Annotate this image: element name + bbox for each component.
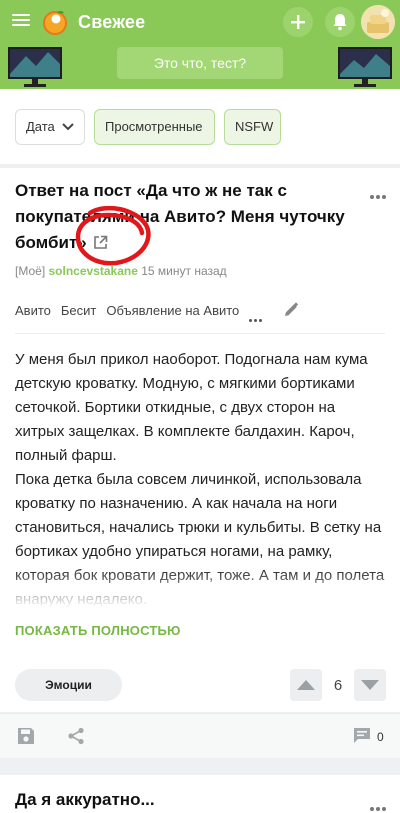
tag-item[interactable]: Бесит [61, 303, 96, 318]
viewed-filter-chip[interactable]: Просмотренные [94, 109, 215, 145]
banner-test-button[interactable]: Это что, тест? [117, 47, 283, 79]
post-meta: [Моё] solncevstakane 15 минут назад [15, 264, 227, 278]
add-post-button[interactable] [283, 7, 313, 37]
upvote-button[interactable] [290, 669, 322, 701]
hamburger-menu-icon[interactable] [12, 11, 32, 33]
author-link[interactable]: solncevstakane [49, 264, 138, 278]
nsfw-filter-chip[interactable]: NSFW [224, 109, 281, 145]
arrow-down-icon [361, 680, 379, 690]
post-card: Ответ на пост «Да что ж не так с покупат… [0, 168, 400, 712]
post-title[interactable]: Да я аккуратно... [15, 790, 155, 810]
post-paragraph: У меня был прикол наоборот. Подогнала на… [15, 351, 368, 464]
show-more-link[interactable]: ПОКАЗАТЬ ПОЛНОСТЬЮ [15, 623, 181, 638]
bell-icon [333, 14, 347, 31]
arrow-up-icon [297, 680, 315, 690]
date-filter-dropdown[interactable]: Дата [15, 109, 85, 145]
page-title: Свежее [78, 12, 146, 32]
post-time: 15 минут назад [141, 264, 227, 278]
post-body: У меня был прикол наоборот. Подогнала на… [15, 348, 385, 608]
rating-value: 6 [333, 677, 343, 694]
comment-icon[interactable] [353, 727, 371, 744]
monitor-image [338, 47, 392, 87]
peach-logo-icon[interactable] [42, 9, 68, 35]
post-title-text[interactable]: Ответ на пост «Да что ж не так с покупат… [15, 181, 345, 252]
more-tags-icon[interactable] [249, 309, 264, 327]
tag-item[interactable]: Авито [15, 303, 51, 318]
external-link-icon[interactable] [93, 235, 108, 250]
post-title[interactable]: Ответ на пост «Да что ж не так с покупат… [15, 178, 355, 256]
edit-tags-icon[interactable] [283, 302, 299, 318]
downvote-button[interactable] [354, 669, 386, 701]
chevron-down-icon [62, 123, 74, 131]
divider [15, 333, 385, 334]
monitor-image [8, 47, 62, 87]
user-avatar[interactable] [361, 5, 395, 39]
top-app-bar: Свежее [0, 0, 400, 44]
tag-item[interactable]: Объявление на Авито [106, 303, 239, 318]
ad-banner[interactable]: Это что, тест? [0, 44, 400, 89]
community-prefix: [Моё] [15, 264, 46, 278]
filter-bar: Дата Просмотренные NSFW [0, 89, 400, 164]
post-tags: Авито Бесит Объявление на Авито [15, 303, 249, 318]
text-fade-overlay [15, 568, 385, 608]
comments-count[interactable]: 0 [377, 730, 384, 744]
post-more-options-icon[interactable] [370, 186, 388, 199]
share-icon[interactable] [67, 727, 85, 745]
emotions-button[interactable]: Эмоции [15, 669, 122, 701]
notifications-button[interactable] [325, 7, 355, 37]
post-more-options-icon[interactable] [370, 798, 388, 811]
date-filter-label: Дата [26, 119, 55, 134]
save-icon[interactable] [17, 727, 35, 745]
next-post-card: Да я аккуратно... [0, 775, 400, 813]
post-action-bar: 0 [0, 713, 400, 758]
plus-icon [291, 15, 305, 29]
